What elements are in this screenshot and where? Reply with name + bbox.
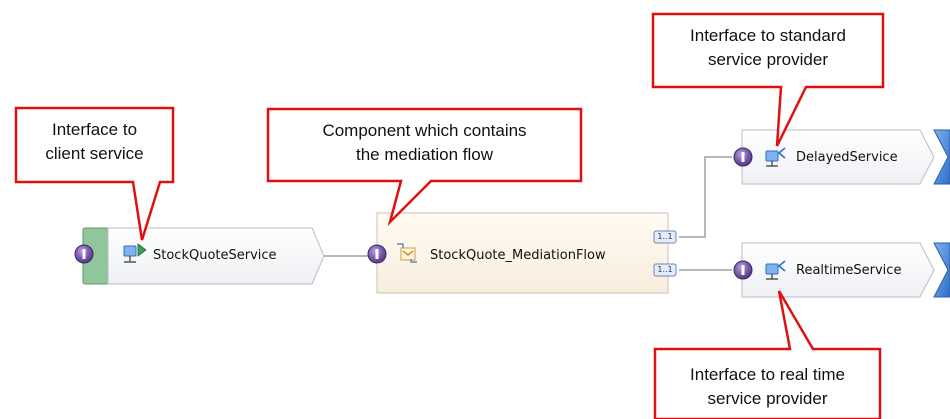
reference-bottom-multiplicity: 1..1 (657, 265, 673, 274)
delayed-blue-arrow (933, 129, 950, 185)
callout-client-text: Interface to client service (18, 118, 171, 166)
callout-component-text: Component which contains the mediation f… (270, 119, 579, 167)
callout-standard-text: Interface to standard service provider (655, 24, 881, 72)
callout-standard-line: service provider (708, 50, 828, 69)
callout-component-line: Component which contains (322, 121, 527, 140)
realtime-blue-arrow (933, 242, 950, 298)
reference-top-multiplicity: 1..1 (657, 232, 673, 241)
wire-to-delayed (679, 156, 732, 238)
callout-realtime-line: service provider (707, 389, 828, 408)
callout-standard-line: Interface to standard (690, 26, 846, 45)
delayed-label: DelayedService (796, 150, 898, 165)
mediation-label: StockQuote_MediationFlow (430, 248, 606, 263)
realtime-label: RealtimeService (796, 263, 902, 278)
callout-client-line: client service (45, 144, 144, 163)
callout-realtime-text: Interface to real time service provider (657, 363, 878, 411)
export-label: StockQuoteService (153, 248, 277, 263)
callout-client-line: Interface to (51, 120, 138, 139)
callout-realtime-line: Interface to real time (690, 365, 845, 384)
callout-component-line: the mediation flow (355, 145, 494, 164)
